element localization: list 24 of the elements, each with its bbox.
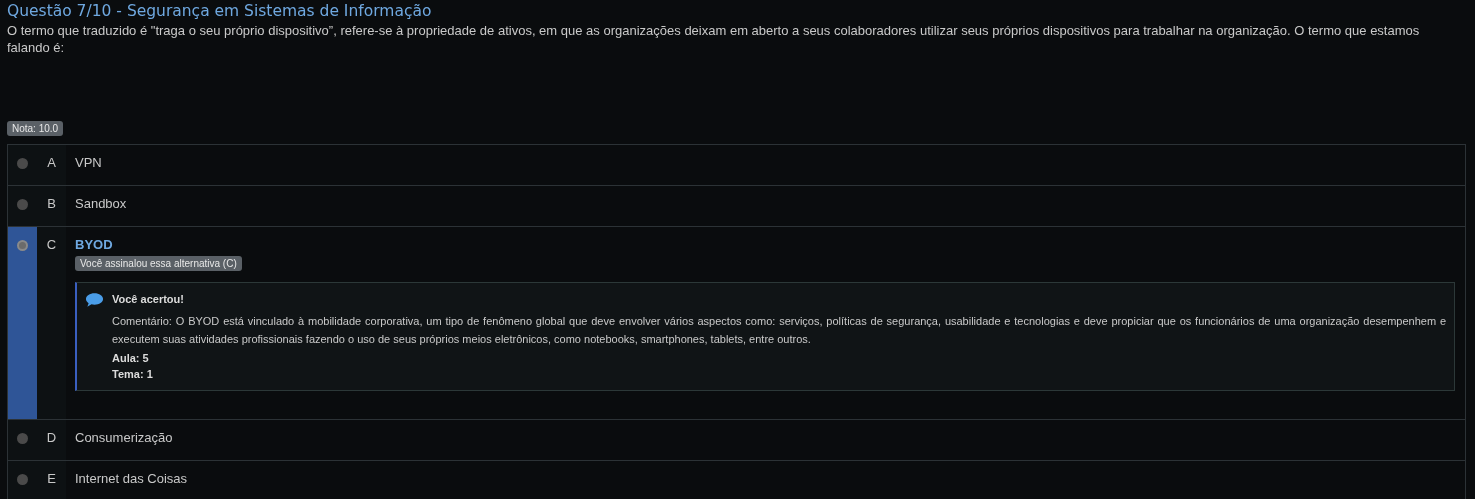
option-text[interactable]: Sandbox — [75, 195, 127, 213]
option-letter: D — [46, 429, 57, 447]
topic-label: Tema: 1 — [112, 367, 154, 382]
option-text[interactable]: Internet das Coisas — [75, 470, 187, 488]
option-letter: A — [47, 154, 56, 172]
option-text[interactable]: VPN — [75, 154, 102, 172]
option-letter: B — [47, 195, 56, 213]
grade-badge: Nota: 10.0 — [7, 121, 64, 136]
question-title: Questão 7/10 - Segurança em Sistemas de Informação — [7, 1, 433, 21]
question-text: O termo que traduzido é "traga o seu próprio dispositivo”, refere-se à propriedade de ativos, em que as organizações deixam em aberto a seus colaboradores utilizar seus próprios dispositivos para trabalhar na organização. O termo que estamos falando é: — [7, 22, 1421, 56]
option-text[interactable]: BYOD — [75, 236, 113, 254]
radio-button[interactable] — [17, 199, 28, 210]
option-text[interactable]: Consumerização — [75, 429, 173, 447]
option-letter: C — [46, 236, 57, 254]
radio-button[interactable] — [17, 474, 28, 485]
radio-button[interactable] — [17, 158, 28, 169]
feedback-comment: Comentário: O BYOD está vinculado à mobilidade corporativa, um tipo de fenômeno global que deve envolver vários aspectos como: serviços, políticas de segurança, usabilidade e tecnologias e deve propiciar que os funcionários de uma organização desempenhem e executem suas atividades profissionais fazendo o uso de seus próprios meios eletrônicos, como notebooks, smartphones, tablets, entre outros. — [112, 314, 1446, 347]
selection-badge: Você assinalou essa alternativa (C) — [75, 256, 242, 271]
radio-button[interactable] — [17, 433, 28, 444]
lesson-label: Aula: 5 — [112, 351, 150, 366]
speech-bubble-icon — [85, 292, 104, 308]
option-letter: E — [47, 470, 56, 488]
feedback-heading: Você acertou! — [112, 292, 185, 306]
radio-button[interactable] — [17, 240, 28, 251]
